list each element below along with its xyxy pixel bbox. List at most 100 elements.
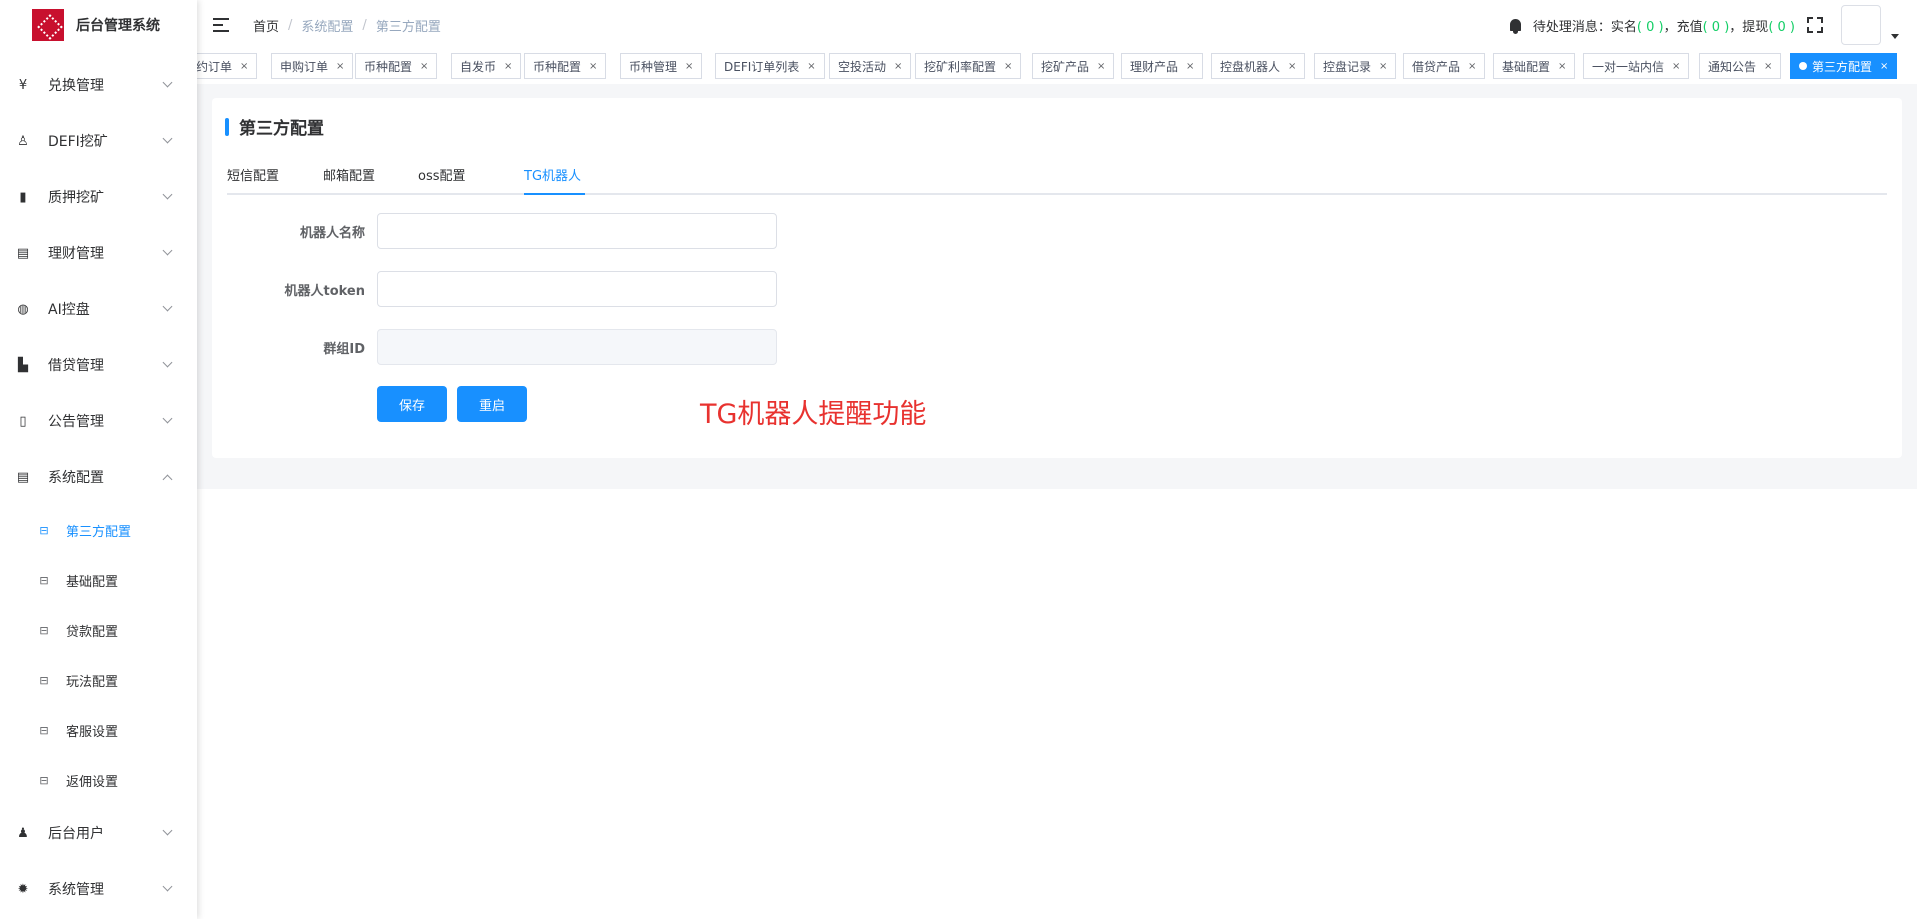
bell-icon[interactable] [1509, 19, 1521, 34]
sidebar-item-defi[interactable]: ♙ DEFI挖矿 [0, 113, 197, 169]
sidebar-subitem-loan[interactable]: ⊟ 贷款配置 [0, 605, 197, 655]
active-tab-indicator [524, 193, 585, 195]
close-icon[interactable]: × [894, 61, 902, 72]
close-icon[interactable]: × [336, 61, 344, 72]
caret-down-icon[interactable] [1891, 33, 1899, 39]
close-icon[interactable]: × [420, 61, 428, 72]
sidebar-subitem-service[interactable]: ⊟ 客服设置 [0, 705, 197, 755]
tag-item[interactable]: 挖矿产品 × [1032, 53, 1115, 79]
sidebar-item-system-manage[interactable]: ✹ 系统管理 [0, 861, 197, 917]
tag-item[interactable]: 控盘机器人 × [1211, 53, 1306, 79]
annotation-text: TG机器人提醒功能 [700, 399, 927, 430]
withdraw-count: ( 0 ) [1768, 19, 1795, 35]
hamburger-icon[interactable] [213, 18, 231, 32]
sidebar-subitem-third-party[interactable]: ⊟ 第三方配置 [0, 505, 197, 555]
close-icon[interactable]: × [1379, 61, 1387, 72]
open-book-icon: ▯ [19, 413, 27, 429]
tree-icon: ⊟ [39, 623, 49, 637]
close-icon[interactable]: × [240, 61, 248, 72]
sidebar-subitem-rebate[interactable]: ⊟ 返佣设置 [0, 755, 197, 805]
yen-icon: ¥ [18, 77, 28, 93]
close-icon[interactable]: × [1672, 61, 1680, 72]
save-button[interactable]: 保存 [377, 386, 447, 422]
tab-oss[interactable]: oss配置 [418, 165, 466, 195]
chevron-down-icon [162, 357, 173, 368]
tag-item-active[interactable]: 第三方配置 × [1790, 53, 1898, 79]
breadcrumb-home[interactable]: 首页 [253, 16, 279, 35]
chevron-down-icon [162, 881, 173, 892]
breadcrumb-current: 第三方配置 [375, 19, 441, 35]
avatar[interactable] [1841, 5, 1881, 45]
form-row-bot-token: 机器人token [227, 270, 777, 308]
tag-item[interactable]: 自发币 × [451, 53, 522, 79]
recharge-link[interactable]: 充值( 0 ) [1677, 16, 1730, 35]
tag-item[interactable]: 约订单 × [197, 53, 258, 79]
tag-item[interactable]: 通知公告 × [1699, 53, 1782, 79]
close-icon[interactable]: × [1004, 61, 1012, 72]
tab-tg-bot[interactable]: TG机器人 [524, 165, 581, 195]
chevron-down-icon [162, 301, 173, 312]
withdraw-link[interactable]: 提现( 0 ) [1742, 16, 1795, 35]
tag-item[interactable]: 申购订单 × [271, 53, 354, 79]
close-icon[interactable]: × [1186, 61, 1194, 72]
sidebar-item-label: 借贷管理 [48, 358, 104, 374]
tag-item[interactable]: 币种管理 × [620, 53, 703, 79]
recharge-count: ( 0 ) [1702, 19, 1730, 35]
sidebar-subitem-play[interactable]: ⊟ 玩法配置 [0, 655, 197, 705]
tag-item[interactable]: 借贷产品 × [1403, 53, 1486, 79]
close-icon[interactable]: × [807, 61, 815, 72]
reset-button[interactable]: 重启 [457, 386, 527, 422]
tag-item[interactable]: 币种配置 × [355, 53, 438, 79]
close-icon[interactable]: × [1764, 61, 1772, 72]
tag-item[interactable]: 控盘记录 × [1314, 53, 1397, 79]
sidebar-item-system-config[interactable]: ▤ 系统配置 [0, 449, 197, 505]
sidebar-item-admin-users[interactable]: ♟ 后台用户 [0, 805, 197, 861]
tag-item[interactable]: 基础配置 × [1493, 53, 1576, 79]
tab-sms[interactable]: 短信配置 [227, 165, 279, 195]
app-title: 后台管理系统 [76, 18, 160, 34]
sidebar-item-staking[interactable]: ▮ 质押挖矿 [0, 169, 197, 225]
breadcrumb-separator: / [362, 17, 367, 33]
tag-item[interactable]: 币种配置 × [524, 53, 607, 79]
sidebar-subitem-label: 客服设置 [66, 724, 119, 740]
fullscreen-icon[interactable] [1807, 17, 1823, 33]
close-icon[interactable]: × [1880, 61, 1888, 72]
tree-icon: ⊟ [39, 773, 49, 787]
sidebar-item-label: DEFI挖矿 [48, 134, 108, 150]
sidebar-item-label: 质押挖矿 [48, 190, 104, 206]
group-id-input[interactable] [377, 329, 777, 365]
close-icon[interactable]: × [1468, 61, 1476, 72]
sidebar-item-label: 理财管理 [48, 246, 104, 262]
sidebar-item-exchange[interactable]: ¥ 兑换管理 [0, 57, 197, 113]
sidebar-subitem-basic[interactable]: ⊟ 基础配置 [0, 555, 197, 605]
tag-item[interactable]: 理财产品 × [1121, 53, 1204, 79]
sidebar-item-ai[interactable]: ◍ AI控盘 [0, 281, 197, 337]
group-id-label: 群组ID [323, 341, 365, 357]
sidebar-item-finance[interactable]: ▤ 理财管理 [0, 225, 197, 281]
close-icon[interactable]: × [504, 61, 512, 72]
sidebar-item-notice[interactable]: ▯ 公告管理 [0, 393, 197, 449]
close-icon[interactable]: × [589, 61, 597, 72]
document-icon: ▤ [16, 469, 30, 485]
bot-name-label: 机器人名称 [299, 225, 365, 241]
logo[interactable]: 后台管理系统 [0, 0, 197, 50]
tab-email[interactable]: 邮箱配置 [323, 165, 375, 195]
bot-token-input[interactable] [377, 271, 777, 307]
close-icon[interactable]: × [1097, 61, 1105, 72]
tag-item[interactable]: 挖矿利率配置 × [915, 53, 1022, 79]
navbar: 首页 / 系统配置 / 第三方配置 待处理消息： 实名( 0 ) ， 充值( 0… [197, 0, 1917, 50]
chevron-down-icon [162, 245, 173, 256]
tag-item[interactable]: 一对一站内信 × [1583, 53, 1690, 79]
tag-item[interactable]: DEFI订单列表 × [715, 53, 825, 79]
sidebar-item-loan[interactable]: ▙ 借贷管理 [0, 337, 197, 393]
close-icon[interactable]: × [1558, 61, 1566, 72]
active-dot-icon [1799, 62, 1807, 70]
sidebar-subitem-label: 玩法配置 [66, 674, 119, 690]
breadcrumb-system-config: 系统配置 [301, 19, 354, 35]
bot-name-input[interactable] [377, 213, 777, 249]
close-icon[interactable]: × [1288, 61, 1296, 72]
close-icon[interactable]: × [685, 61, 693, 72]
realname-link[interactable]: 实名( 0 ) [1611, 16, 1664, 35]
tag-item[interactable]: 空投活动 × [829, 53, 912, 79]
bar-chart-icon: ▮ [19, 189, 27, 205]
